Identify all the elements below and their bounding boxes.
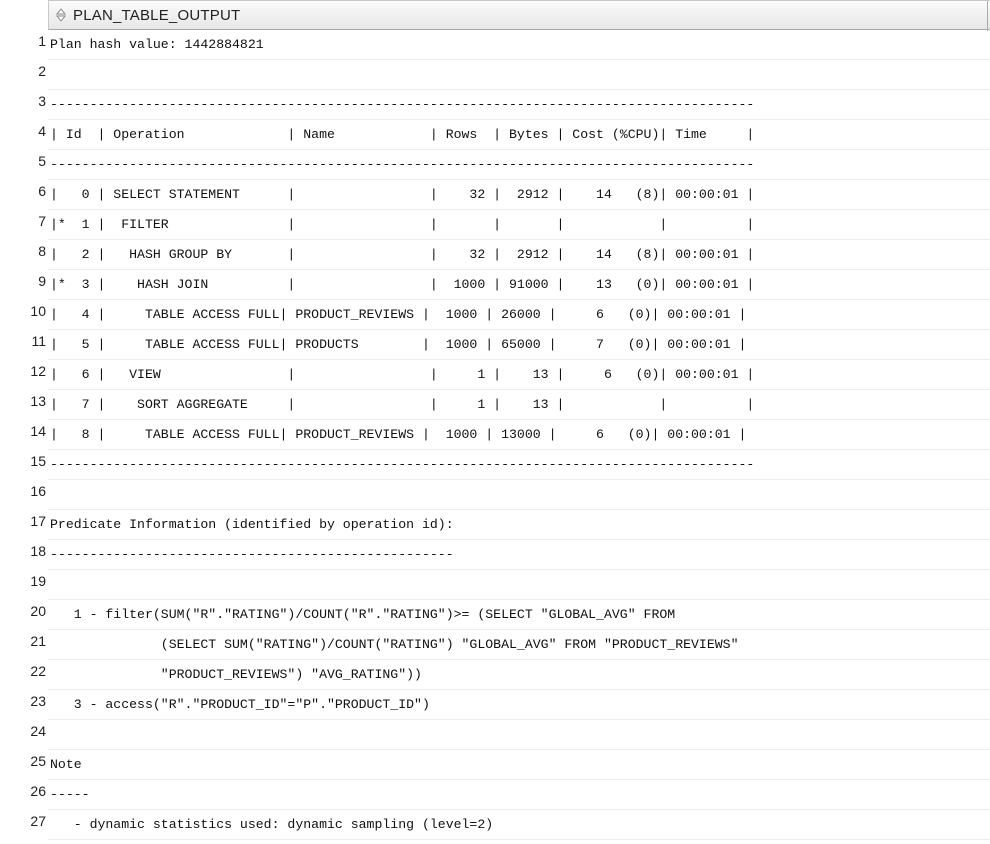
plan-output-cell[interactable] — [48, 570, 990, 600]
plan-output-cell[interactable] — [48, 60, 990, 90]
plan-output-cell[interactable]: ----------------------------------------… — [48, 150, 990, 180]
row-number: 25 — [30, 753, 46, 769]
plan-output-cell[interactable]: 1 - filter(SUM("R"."RATING")/COUNT("R"."… — [48, 600, 990, 630]
row-number: 2 — [38, 63, 46, 79]
plan-output-cell[interactable]: Note — [48, 750, 990, 780]
row-number: 26 — [30, 783, 46, 799]
sort-icon[interactable] — [53, 7, 69, 23]
plan-output-cell[interactable]: Predicate Information (identified by ope… — [48, 510, 990, 540]
row-number: 8 — [38, 243, 46, 259]
table-row[interactable]: 17 Predicate Information (identified by o… — [0, 510, 990, 540]
plan-output-cell[interactable]: | 7 | SORT AGGREGATE | | 1 | 13 | | | — [48, 390, 990, 420]
plan-output-cell[interactable]: |* 1 | FILTER | | | | | | — [48, 210, 990, 240]
table-row[interactable]: 3 ---------------------------------------… — [0, 90, 990, 120]
table-row[interactable]: 27 - dynamic statistics used: dynamic sa… — [0, 810, 990, 840]
result-grid: PLAN_TABLE_OUTPUT 1 Plan hash value: 1442… — [0, 0, 990, 844]
row-number: 9 — [38, 273, 46, 289]
table-row[interactable]: 18 --------------------------------------… — [0, 540, 990, 570]
table-row[interactable]: 24 — [0, 720, 990, 750]
table-row[interactable]: 16 — [0, 480, 990, 510]
table-row[interactable]: 14 | 8 | TABLE ACCESS FULL| PRODUCT_REVIE… — [0, 420, 990, 450]
table-row[interactable]: 9 |* 3 | HASH JOIN | | 1000 | 91000 | 13 … — [0, 270, 990, 300]
plan-output-cell[interactable] — [48, 720, 990, 750]
plan-output-cell[interactable]: |* 3 | HASH JOIN | | 1000 | 91000 | 13 (… — [48, 270, 990, 300]
plan-output-cell[interactable]: ----------------------------------------… — [48, 90, 990, 120]
table-row[interactable]: 26 ----- — [0, 780, 990, 810]
table-row[interactable]: 21 (SELECT SUM("RATING")/COUNT("RATING")… — [0, 630, 990, 660]
row-number: 13 — [30, 393, 46, 409]
table-row[interactable]: 12 | 6 | VIEW | | 1 | 13 | 6 (0)| 00:00:0… — [0, 360, 990, 390]
table-row[interactable]: 4 | Id | Operation | Name | Rows | Bytes … — [0, 120, 990, 150]
row-number: 5 — [38, 153, 46, 169]
row-number: 11 — [31, 333, 46, 349]
plan-output-cell[interactable]: ----------------------------------------… — [48, 540, 990, 570]
row-number: 12 — [30, 363, 46, 379]
row-number: 4 — [38, 123, 46, 139]
plan-output-cell[interactable]: ----- — [48, 780, 990, 810]
row-number: 17 — [30, 513, 46, 529]
table-row[interactable]: 15 --------------------------------------… — [0, 450, 990, 480]
row-number: 20 — [30, 603, 46, 619]
plan-output-cell[interactable]: | 5 | TABLE ACCESS FULL| PRODUCTS | 1000… — [48, 330, 990, 360]
row-number: 23 — [30, 693, 46, 709]
row-number: 24 — [30, 723, 46, 739]
column-header-label: PLAN_TABLE_OUTPUT — [73, 6, 241, 24]
rows-container: 1 Plan hash value: 1442884821 2 3 ----------… — [0, 30, 990, 840]
row-number: 7 — [38, 213, 46, 229]
row-number: 3 — [38, 93, 46, 109]
table-row[interactable]: 5 ---------------------------------------… — [0, 150, 990, 180]
table-row[interactable]: 13 | 7 | SORT AGGREGATE | | 1 | 13 | | | — [0, 390, 990, 420]
plan-output-cell[interactable]: "PRODUCT_REVIEWS") "AVG_RATING")) — [48, 660, 990, 690]
table-row[interactable]: 8 | 2 | HASH GROUP BY | | 32 | 2912 | 14 … — [0, 240, 990, 270]
table-row[interactable]: 2 — [0, 60, 990, 90]
row-number: 14 — [30, 423, 46, 439]
plan-output-cell[interactable]: ----------------------------------------… — [48, 450, 990, 480]
table-row[interactable]: 1 Plan hash value: 1442884821 — [0, 30, 990, 60]
row-number: 27 — [30, 813, 46, 829]
plan-output-cell[interactable]: | 0 | SELECT STATEMENT | | 32 | 2912 | 1… — [48, 180, 990, 210]
column-header-plan-table-output[interactable]: PLAN_TABLE_OUTPUT — [48, 0, 990, 31]
table-row[interactable]: 11 | 5 | TABLE ACCESS FULL| PRODUCTS | 10… — [0, 330, 990, 360]
table-row[interactable]: 20 1 - filter(SUM("R"."RATING")/COUNT("R… — [0, 600, 990, 630]
plan-output-cell[interactable]: | 4 | TABLE ACCESS FULL| PRODUCT_REVIEWS… — [48, 300, 990, 330]
plan-output-cell[interactable]: | 6 | VIEW | | 1 | 13 | 6 (0)| 00:00:01 … — [48, 360, 990, 390]
row-number: 22 — [30, 663, 46, 679]
plan-output-cell[interactable]: (SELECT SUM("RATING")/COUNT("RATING") "G… — [48, 630, 990, 660]
row-number: 6 — [38, 183, 46, 199]
row-number: 1 — [38, 33, 46, 49]
plan-output-cell[interactable]: 3 - access("R"."PRODUCT_ID"="P"."PRODUCT… — [48, 690, 990, 720]
row-number: 19 — [30, 573, 46, 589]
table-row[interactable]: 23 3 - access("R"."PRODUCT_ID"="P"."PROD… — [0, 690, 990, 720]
row-number: 16 — [30, 483, 46, 499]
plan-output-cell[interactable]: Plan hash value: 1442884821 — [48, 30, 990, 60]
table-row[interactable]: 7 |* 1 | FILTER | | | | | | — [0, 210, 990, 240]
plan-output-cell[interactable]: | 8 | TABLE ACCESS FULL| PRODUCT_REVIEWS… — [48, 420, 990, 450]
table-row[interactable]: 6 | 0 | SELECT STATEMENT | | 32 | 2912 | … — [0, 180, 990, 210]
table-row[interactable]: 25 Note — [0, 750, 990, 780]
table-row[interactable]: 10 | 4 | TABLE ACCESS FULL| PRODUCT_REVIE… — [0, 300, 990, 330]
plan-output-cell[interactable]: | 2 | HASH GROUP BY | | 32 | 2912 | 14 (… — [48, 240, 990, 270]
row-number: 10 — [30, 303, 46, 319]
row-number: 21 — [30, 633, 46, 649]
row-number: 18 — [30, 543, 46, 559]
table-row[interactable]: 19 — [0, 570, 990, 600]
plan-output-cell[interactable] — [48, 480, 990, 510]
plan-output-cell[interactable]: | Id | Operation | Name | Rows | Bytes |… — [48, 120, 990, 150]
table-row[interactable]: 22 "PRODUCT_REVIEWS") "AVG_RATING")) — [0, 660, 990, 690]
row-number: 15 — [30, 453, 46, 469]
plan-output-cell[interactable]: - dynamic statistics used: dynamic sampl… — [48, 810, 990, 840]
